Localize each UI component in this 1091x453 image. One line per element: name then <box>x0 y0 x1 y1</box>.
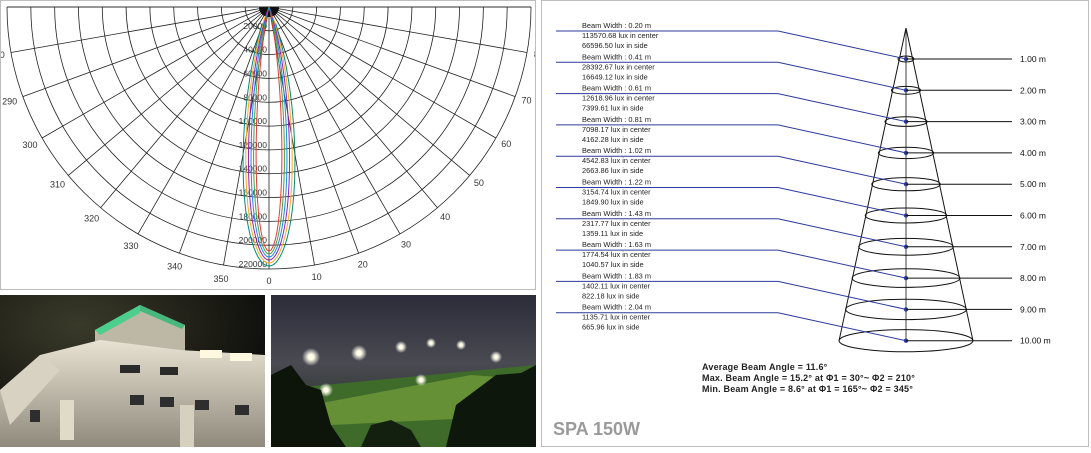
distance-label: 7.00 m <box>1020 242 1046 252</box>
beam-leader-diagonal <box>777 312 907 342</box>
lux-center-label: 7098.17 lux in center <box>582 125 651 134</box>
polar-angle-label: 340 <box>167 261 182 271</box>
polar-angle-label: 30 <box>401 239 411 249</box>
polar-angle-label: 320 <box>84 213 99 223</box>
model-label: SPA 150W <box>553 419 641 439</box>
polar-diagram: 9080706050403020100270280290300310320330… <box>0 2 548 286</box>
distance-label: 2.00 m <box>1020 85 1046 95</box>
lux-side-label: 4162.28 lux in side <box>582 135 644 144</box>
polar-angle-label: 70 <box>521 96 531 106</box>
polar-radial-label: 180000 <box>239 211 268 221</box>
lux-side-label: 1849.90 lux in side <box>582 198 644 207</box>
lux-center-label: 28392.67 lux in center <box>582 62 655 71</box>
beam-width-label: Beam Width : 1.43 m <box>582 209 651 218</box>
beam-leader-diagonal <box>777 218 907 248</box>
field-night-photo <box>271 295 536 447</box>
distance-label: 9.00 m <box>1020 304 1046 314</box>
min-beam-angle: Min. Beam Angle = 8.6° at Φ1 = 165°~ Φ2 … <box>702 384 914 394</box>
lux-center-label: 113570.68 lux in center <box>582 31 659 40</box>
building-photo-image <box>0 295 265 447</box>
lux-center-label: 1774.54 lux in center <box>582 250 651 259</box>
lux-center-label: 1402.11 lux in center <box>582 281 651 290</box>
lux-center-label: 1135.71 lux in center <box>582 313 651 322</box>
beam-leader-diagonal <box>777 124 907 154</box>
beam-width-label: Beam Width : 0.81 m <box>582 115 651 124</box>
lux-side-label: 665.96 lux in side <box>582 323 640 332</box>
distance-label: 4.00 m <box>1020 148 1046 158</box>
beam-leader-diagonal <box>777 30 907 60</box>
distance-label: 10.00 m <box>1020 336 1051 346</box>
polar-angle-label: 290 <box>2 96 17 106</box>
lux-center-label: 2317.77 lux in center <box>582 219 651 228</box>
distance-label: 6.00 m <box>1020 211 1046 221</box>
lux-center-label: 3154.74 lux in center <box>582 188 651 197</box>
polar-radial-label: 160000 <box>239 188 268 198</box>
polar-angle-label: 300 <box>22 140 37 150</box>
polar-angle-label: 40 <box>440 212 450 222</box>
polar-angle-label: 350 <box>214 274 229 284</box>
polar-angle-label: 0 <box>266 276 271 286</box>
field-photo-image <box>271 295 536 447</box>
beam-width-label: Beam Width : 1.63 m <box>582 240 651 249</box>
polar-radial-label: 100000 <box>239 116 268 126</box>
beam-leader-diagonal <box>777 61 907 91</box>
lux-side-label: 7399.61 lux in side <box>582 104 644 113</box>
beam-width-label: Beam Width : 0.20 m <box>582 21 651 30</box>
distance-label: 3.00 m <box>1020 117 1046 127</box>
beam-angle-panel: 1.00 m Beam Width : 0.20 m 113570.68 lux i… <box>541 0 1089 447</box>
lux-center-label: 12618.96 lux in center <box>582 94 655 103</box>
beam-width-label: Beam Width : 1.83 m <box>582 271 651 280</box>
beam-leader-diagonal <box>777 280 907 310</box>
polar-radial-label: 220000 <box>239 259 268 269</box>
beam-width-label: Beam Width : 1.02 m <box>582 146 651 155</box>
average-beam-angle: Average Beam Angle = 11.6° <box>702 362 828 372</box>
lux-side-label: 16649.12 lux in side <box>582 72 648 81</box>
beam-width-label: Beam Width : 0.61 m <box>582 84 651 93</box>
max-beam-angle: Max. Beam Angle = 15.2° at Φ1 = 30°~ Φ2 … <box>702 373 916 383</box>
polar-angle-label: 50 <box>474 178 484 188</box>
beam-leader-diagonal <box>777 155 907 185</box>
polar-angle-label: 60 <box>501 139 511 149</box>
beam-width-label: Beam Width : 1.22 m <box>582 178 651 187</box>
lux-side-label: 1040.57 lux in side <box>582 260 644 269</box>
lux-side-label: 822.18 lux in side <box>582 291 640 300</box>
polar-angle-label: 330 <box>123 241 138 251</box>
lux-center-label: 4542.83 lux in center <box>582 156 651 165</box>
polar-angle-label: 310 <box>50 179 65 189</box>
lux-side-label: 2663.86 lux in side <box>582 166 644 175</box>
polar-angle-label: 280 <box>1 50 5 60</box>
beam-width-label: Beam Width : 0.41 m <box>582 52 651 61</box>
cone-edge-left <box>838 27 907 341</box>
polar-angle-label: 80 <box>534 50 535 60</box>
lux-side-label: 1359.11 lux in side <box>582 229 643 238</box>
building-night-photo <box>0 295 265 447</box>
beam-leader-diagonal <box>777 187 907 216</box>
distance-label: 8.00 m <box>1020 273 1046 283</box>
polar-angle-label: 10 <box>312 272 322 282</box>
polar-angle-label: 20 <box>358 259 368 269</box>
distance-label: 5.00 m <box>1020 179 1046 189</box>
beam-width-label: Beam Width : 2.04 m <box>582 303 651 312</box>
beam-leader-diagonal <box>777 93 907 123</box>
polar-diagram-panel: 9080706050403020100270280290300310320330… <box>0 0 548 290</box>
distance-label: 1.00 m <box>1020 54 1046 64</box>
lux-side-label: 66596.50 lux in side <box>582 41 648 50</box>
